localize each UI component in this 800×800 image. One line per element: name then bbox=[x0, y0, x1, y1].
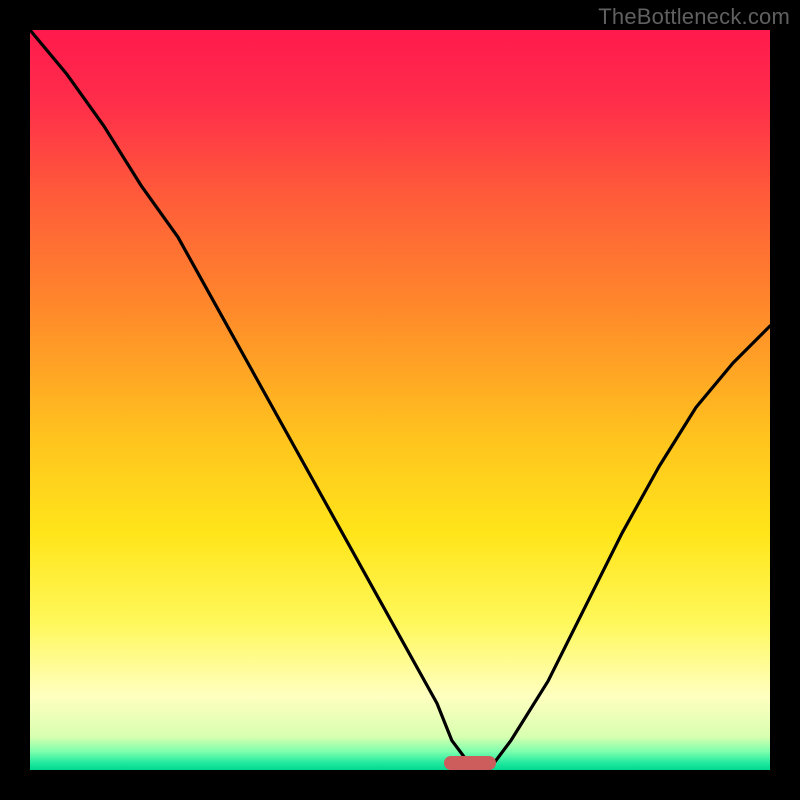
optimal-range-marker bbox=[444, 756, 496, 770]
chart-frame: TheBottleneck.com bbox=[0, 0, 800, 800]
bottleneck-curve bbox=[30, 30, 770, 770]
plot-area bbox=[30, 30, 770, 770]
watermark-label: TheBottleneck.com bbox=[598, 4, 790, 30]
